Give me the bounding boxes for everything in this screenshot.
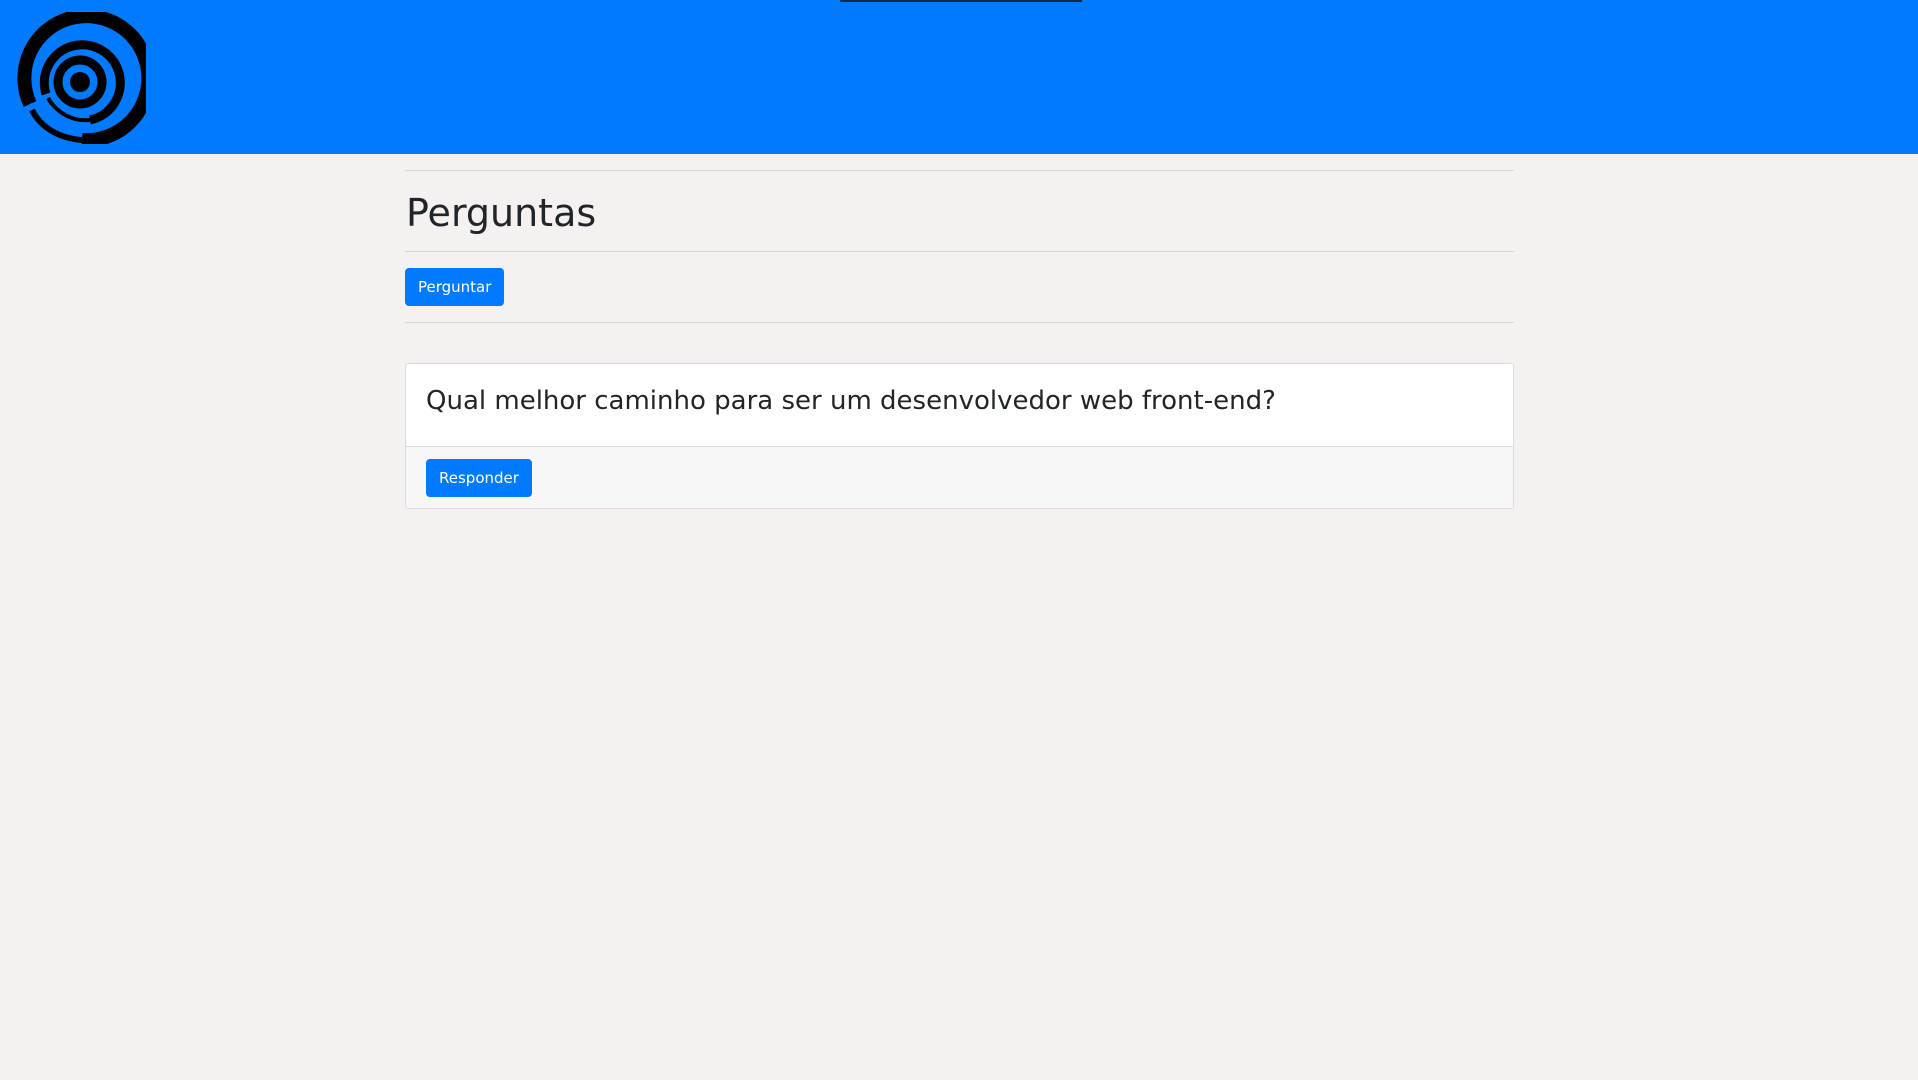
- question-title: Qual melhor caminho para ser um desenvol…: [426, 386, 1276, 416]
- reply-button[interactable]: Responder: [426, 459, 532, 497]
- question-card-header: Qual melhor caminho para ser um desenvol…: [406, 364, 1513, 446]
- main-container: Perguntas Perguntar Qual melhor caminho …: [405, 170, 1514, 509]
- top-navbar: [0, 0, 1918, 154]
- spiral-logo-icon[interactable]: [12, 9, 156, 148]
- actions-divider: [405, 322, 1514, 323]
- question-card-footer: Responder: [406, 446, 1513, 508]
- ask-question-button[interactable]: Perguntar: [405, 268, 505, 306]
- top-strip: [840, 0, 1082, 2]
- ask-button-row: Perguntar: [405, 252, 1514, 322]
- page-title: Perguntas: [406, 191, 597, 235]
- question-card: Qual melhor caminho para ser um desenvol…: [405, 363, 1514, 509]
